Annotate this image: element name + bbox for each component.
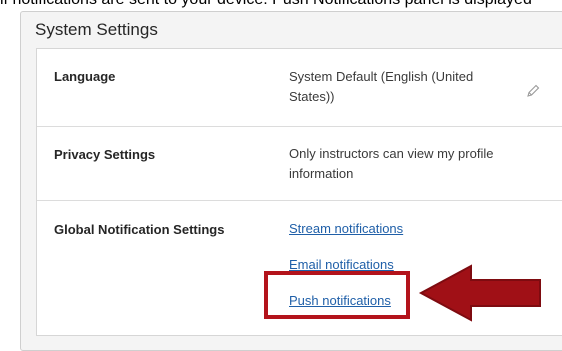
stream-notifications-link[interactable]: Stream notifications — [289, 221, 403, 236]
privacy-label: Privacy Settings — [54, 147, 156, 162]
language-row: Language System Default (English (United… — [37, 49, 562, 127]
arrow-left-icon — [418, 264, 541, 322]
caption-text: if notifications are sent to your device… — [0, 0, 562, 9]
language-label: Language — [54, 69, 116, 84]
panel-title: System Settings — [35, 20, 158, 39]
highlight-box — [264, 271, 410, 319]
privacy-row: Privacy Settings Only instructors can vi… — [37, 127, 562, 201]
notification-label: Global Notification Settings — [54, 222, 225, 237]
privacy-value: Only instructors can view my profile inf… — [289, 146, 494, 181]
pencil-icon[interactable] — [525, 83, 541, 99]
language-value: System Default (English (United States)) — [289, 69, 474, 104]
email-notifications-link[interactable]: Email notifications — [289, 257, 394, 272]
